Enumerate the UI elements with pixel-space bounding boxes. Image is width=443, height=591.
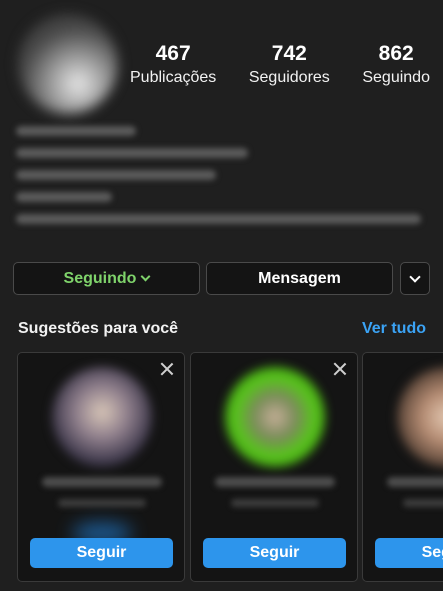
suggestions-carousel[interactable]: Seguir Seguir Seguir [17,352,443,584]
profile-stats: 467 Publicações 742 Seguidores 862 Segui… [130,42,430,90]
suggestion-subtitle-blurred [231,499,319,507]
suggestion-subtitle-blurred [403,499,443,507]
profile-actions: Seguindo Mensagem [13,262,430,295]
stat-posts-label: Publicações [130,69,217,86]
follow-button[interactable]: Seguir [375,538,443,568]
profile-page: 467 Publicações 742 Seguidores 862 Segui… [0,0,443,591]
stat-following-label: Seguindo [362,69,430,86]
message-button-label: Mensagem [258,269,341,287]
message-button[interactable]: Mensagem [206,262,393,295]
bio-line [16,192,112,202]
stat-following[interactable]: 862 Seguindo [362,42,430,90]
stat-posts-count: 467 [155,42,191,65]
bio-line [16,148,248,158]
profile-bio-blurred [16,126,436,236]
suggestion-card[interactable]: Seguir [190,352,358,582]
follow-button[interactable]: Seguir [30,538,173,568]
following-button[interactable]: Seguindo [13,262,200,295]
close-icon[interactable] [160,362,174,376]
chevron-down-icon [409,270,421,283]
suggestion-card[interactable]: Seguir [362,352,443,582]
suggestion-avatar[interactable] [52,367,152,467]
stat-followers-label: Seguidores [248,69,330,86]
see-all-link[interactable]: Ver tudo [362,320,426,338]
stat-posts[interactable]: 467 Publicações [130,42,216,90]
bio-line [16,170,216,180]
bio-line [16,126,136,136]
follow-button[interactable]: Seguir [203,538,346,568]
following-button-label: Seguindo [63,269,137,287]
suggestion-name-blurred [387,477,443,487]
stat-followers-count: 742 [271,42,307,65]
bio-line [16,214,421,224]
stat-following-count: 862 [378,42,414,65]
chevron-down-icon [140,271,151,282]
suggestion-avatar[interactable] [225,367,325,467]
suggestion-name-blurred [42,477,162,487]
stat-followers[interactable]: 742 Seguidores [249,42,330,90]
close-icon[interactable] [333,362,347,376]
suggestion-name-blurred [215,477,335,487]
suggestion-subtitle-blurred [58,499,146,507]
suggestion-avatar[interactable] [397,367,443,467]
suggestions-title: Sugestões para você [18,320,179,337]
suggestions-toggle-button[interactable] [400,262,430,295]
profile-avatar[interactable] [18,14,118,114]
suggestion-card[interactable]: Seguir [17,352,185,582]
